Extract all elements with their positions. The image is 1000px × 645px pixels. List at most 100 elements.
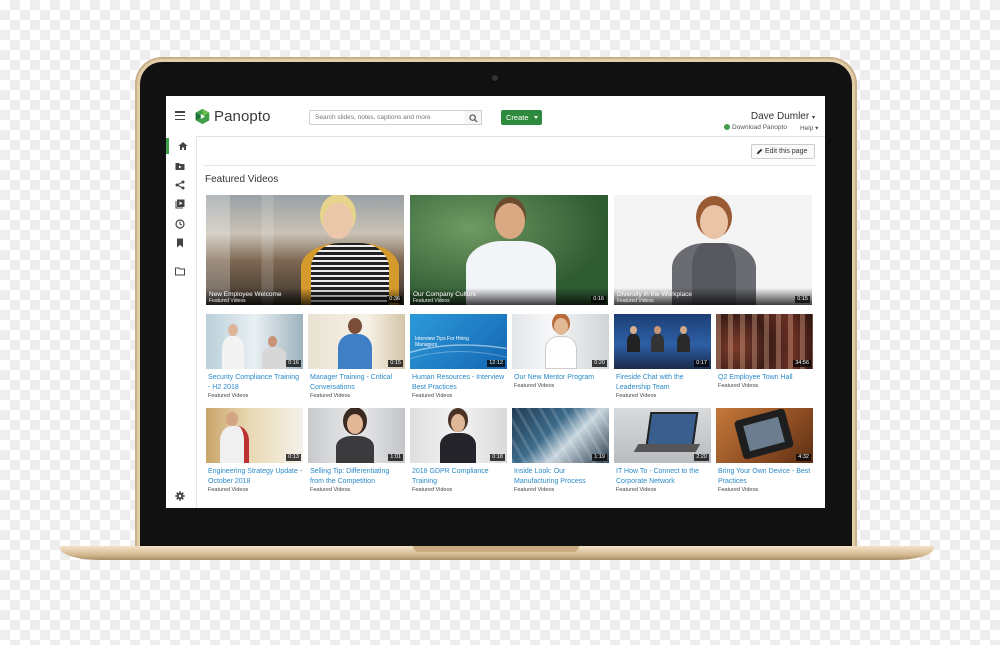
presenter-head: [495, 203, 525, 239]
clock-icon: [175, 219, 185, 229]
video-title: New Employee Welcome: [209, 291, 282, 298]
chevron-down-icon: [534, 116, 538, 119]
video-category: Featured Videos: [310, 393, 351, 399]
person-body: [338, 334, 372, 369]
person-body: [222, 336, 244, 369]
video-category: Featured Videos: [208, 393, 249, 399]
featured-video-card[interactable]: Diversity in the Workplace Featured Vide…: [614, 195, 812, 305]
video-category: Featured Videos: [208, 487, 249, 493]
video-duration: 0:36: [387, 296, 402, 303]
video-card[interactable]: 0:15: [308, 314, 405, 369]
video-title[interactable]: Human Resources - Interview Best Practic…: [412, 373, 507, 393]
search-button[interactable]: [465, 110, 482, 125]
video-title[interactable]: Manager Training - Critical Conversation…: [310, 373, 405, 393]
sidebar: [166, 136, 197, 508]
video-card[interactable]: 0:18: [410, 408, 507, 463]
share-icon: [175, 180, 185, 190]
video-category: Featured Videos: [616, 393, 657, 399]
video-card[interactable]: 34:56: [716, 314, 813, 369]
sidebar-item-shared[interactable]: [166, 177, 196, 193]
sidebar-item-settings[interactable]: [166, 488, 196, 504]
video-card[interactable]: 2:20: [614, 408, 711, 463]
video-title[interactable]: Our New Mentor Program: [514, 373, 609, 383]
video-card[interactable]: 0:13: [206, 408, 303, 463]
sidebar-item-my-folder[interactable]: [166, 158, 196, 174]
video-duration: 0:13: [286, 454, 301, 461]
video-card[interactable]: 1:19: [512, 408, 609, 463]
video-duration: 0:16: [591, 296, 606, 303]
video-card[interactable]: 0:16: [206, 314, 303, 369]
chevron-down-icon: ▾: [811, 115, 815, 121]
video-duration: 0:15: [795, 296, 810, 303]
top-bar: Panopto Create Dave Dumler ▾ Download Pa…: [166, 96, 825, 137]
create-button[interactable]: Create: [501, 110, 542, 125]
video-duration: 34:56: [793, 360, 811, 367]
logo-text[interactable]: Panopto: [214, 108, 271, 125]
video-title[interactable]: Engineering Strategy Update - October 20…: [208, 467, 303, 487]
video-category: Featured Videos: [412, 393, 453, 399]
video-card[interactable]: Interview Tips For Hiring Managers 12:12: [410, 314, 507, 369]
video-category: Featured Videos: [718, 487, 759, 493]
video-category: Featured Videos: [413, 298, 450, 304]
divider: [203, 165, 817, 166]
person-body: [651, 334, 664, 352]
user-menu[interactable]: Dave Dumler ▾: [751, 111, 815, 122]
main-content: Edit this page Featured Videos New Emplo…: [196, 136, 825, 508]
video-title[interactable]: 2018 GDPR Compliance Training: [412, 467, 507, 487]
laptop-screen: [645, 412, 699, 446]
folder-icon: [175, 267, 185, 276]
presenter-head: [323, 203, 353, 239]
person-head: [680, 326, 687, 334]
video-category: Featured Videos: [209, 298, 246, 304]
video-duration: 12:12: [487, 360, 505, 367]
help-menu[interactable]: Help ▾: [800, 124, 818, 132]
person-body: [336, 436, 374, 463]
video-card[interactable]: 0:17: [614, 314, 711, 369]
sidebar-item-history[interactable]: [166, 216, 196, 232]
panopto-logo-icon: [195, 108, 210, 125]
featured-video-card[interactable]: New Employee Welcome Featured Videos 0:3…: [206, 195, 404, 305]
video-category: Featured Videos: [310, 487, 351, 493]
edit-page-button[interactable]: Edit this page: [751, 144, 815, 159]
gear-icon: [175, 491, 185, 501]
person-body: [220, 426, 249, 463]
download-icon: [724, 124, 730, 130]
video-category: Featured Videos: [616, 487, 657, 493]
video-duration: 1:01: [388, 454, 403, 461]
person-body: [440, 433, 476, 463]
sidebar-item-playlists[interactable]: [166, 196, 196, 212]
video-duration: 0:15: [388, 360, 403, 367]
sidebar-item-browse[interactable]: [166, 263, 196, 279]
video-category: Featured Videos: [718, 383, 759, 389]
video-title[interactable]: Fireside Chat with the Leadership Team: [616, 373, 711, 393]
video-duration: 0:17: [694, 360, 709, 367]
person-body: [677, 334, 690, 352]
download-link[interactable]: Download Panopto: [724, 124, 787, 131]
featured-video-card[interactable]: Our Company Culture Featured Videos 0:16: [410, 195, 608, 305]
video-card[interactable]: 1:01: [308, 408, 405, 463]
person-head: [228, 324, 238, 336]
video-title[interactable]: Inside Look: Our Manufacturing Process: [514, 467, 609, 487]
video-category: Featured Videos: [514, 487, 555, 493]
video-title[interactable]: Q2 Employee Town Hall: [718, 373, 813, 383]
person-head: [554, 318, 568, 335]
video-title[interactable]: IT How To - Connect to the Corporate Net…: [616, 467, 711, 487]
sidebar-item-bookmarks[interactable]: [166, 235, 196, 251]
home-icon: [178, 142, 188, 150]
video-title[interactable]: Bring Your Own Device - Best Practices: [718, 467, 813, 487]
hamburger-menu-icon[interactable]: [175, 111, 185, 121]
video-title[interactable]: Selling Tip: Differentiating from the Co…: [310, 467, 405, 487]
person-head: [451, 414, 465, 432]
sidebar-item-home[interactable]: [166, 138, 196, 154]
download-label: Download Panopto: [732, 124, 787, 131]
video-title[interactable]: Security Compliance Training - H2 2018: [208, 373, 303, 393]
search-icon: [469, 114, 478, 123]
playlist-icon: [175, 199, 185, 209]
video-card[interactable]: 0:20: [512, 314, 609, 369]
video-category: Featured Videos: [514, 383, 555, 389]
video-card[interactable]: 4:32: [716, 408, 813, 463]
person-head: [348, 318, 362, 334]
person-head: [654, 326, 661, 334]
search-input[interactable]: [309, 110, 466, 125]
person-body: [262, 347, 286, 369]
